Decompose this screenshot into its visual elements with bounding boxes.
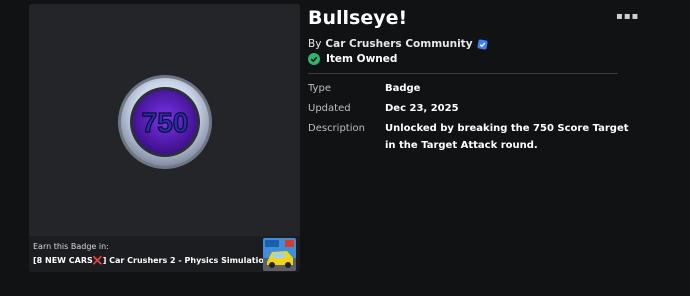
game-link[interactable]: [8 NEW CARS❌] Car Crushers 2 - Physics S…: [33, 256, 270, 265]
item-owned-status: Item Owned: [308, 53, 397, 65]
type-label: Type: [308, 83, 331, 94]
description-value: Unlocked by breaking the 750 Score Targe…: [385, 123, 629, 151]
owned-label: Item Owned: [326, 53, 398, 65]
game-thumbnail[interactable]: [263, 238, 296, 271]
earn-label: Earn this Badge in:: [33, 242, 109, 251]
checkmark-circle-icon: [308, 53, 320, 65]
type-value: Badge: [385, 83, 421, 94]
creator-prefix: By: [308, 38, 322, 50]
more-options-button[interactable]: ▪▪▪: [616, 12, 638, 22]
creator-link[interactable]: Car Crushers Community: [325, 38, 472, 50]
verified-badge-icon: [477, 38, 488, 50]
badge-number: 750: [142, 107, 189, 138]
item-title: Bullseye!: [308, 7, 408, 29]
updated-label: Updated: [308, 103, 351, 114]
divider: [308, 73, 618, 74]
earn-badge-footer: Earn this Badge in: [8 NEW CARS❌] Car Cr…: [29, 236, 300, 272]
description-label: Description: [308, 123, 365, 134]
game-thumbnail-image: [263, 238, 296, 271]
creator-line: By Car Crushers Community: [308, 38, 488, 50]
more-dots-icon: ▪▪▪: [616, 11, 640, 22]
badge-image: 750: [118, 75, 212, 169]
badge-image-panel: 750 Earn this Badge in: [8 NEW CARS❌] Ca…: [29, 4, 300, 272]
updated-value: Dec 23, 2025: [385, 103, 459, 114]
